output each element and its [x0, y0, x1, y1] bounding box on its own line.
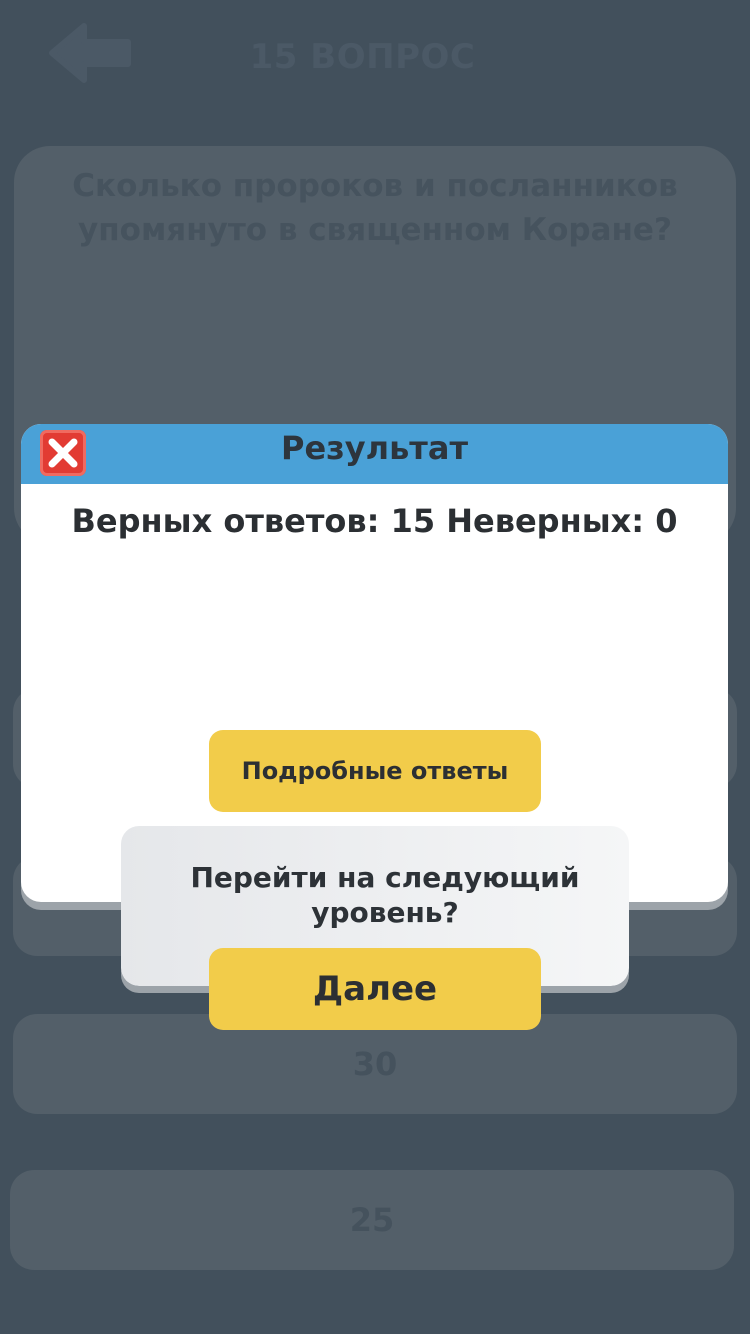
detailed-answers-button[interactable]: Подробные ответы — [209, 730, 541, 812]
close-icon — [48, 438, 78, 468]
next-button[interactable]: Далее — [209, 948, 541, 1030]
question-number-title: 15 ВОПРОС — [249, 37, 476, 77]
next-level-prompt: Перейти на следующий уровень? — [190, 861, 580, 929]
answer-option-4[interactable]: 25 — [10, 1170, 734, 1270]
result-dialog-title: Результат — [281, 429, 468, 467]
question-text: Сколько пророков и посланников упомянуто… — [72, 168, 678, 248]
close-button[interactable] — [40, 430, 86, 476]
score-summary: Верных ответов: 15 Неверных: 0 — [71, 502, 678, 540]
